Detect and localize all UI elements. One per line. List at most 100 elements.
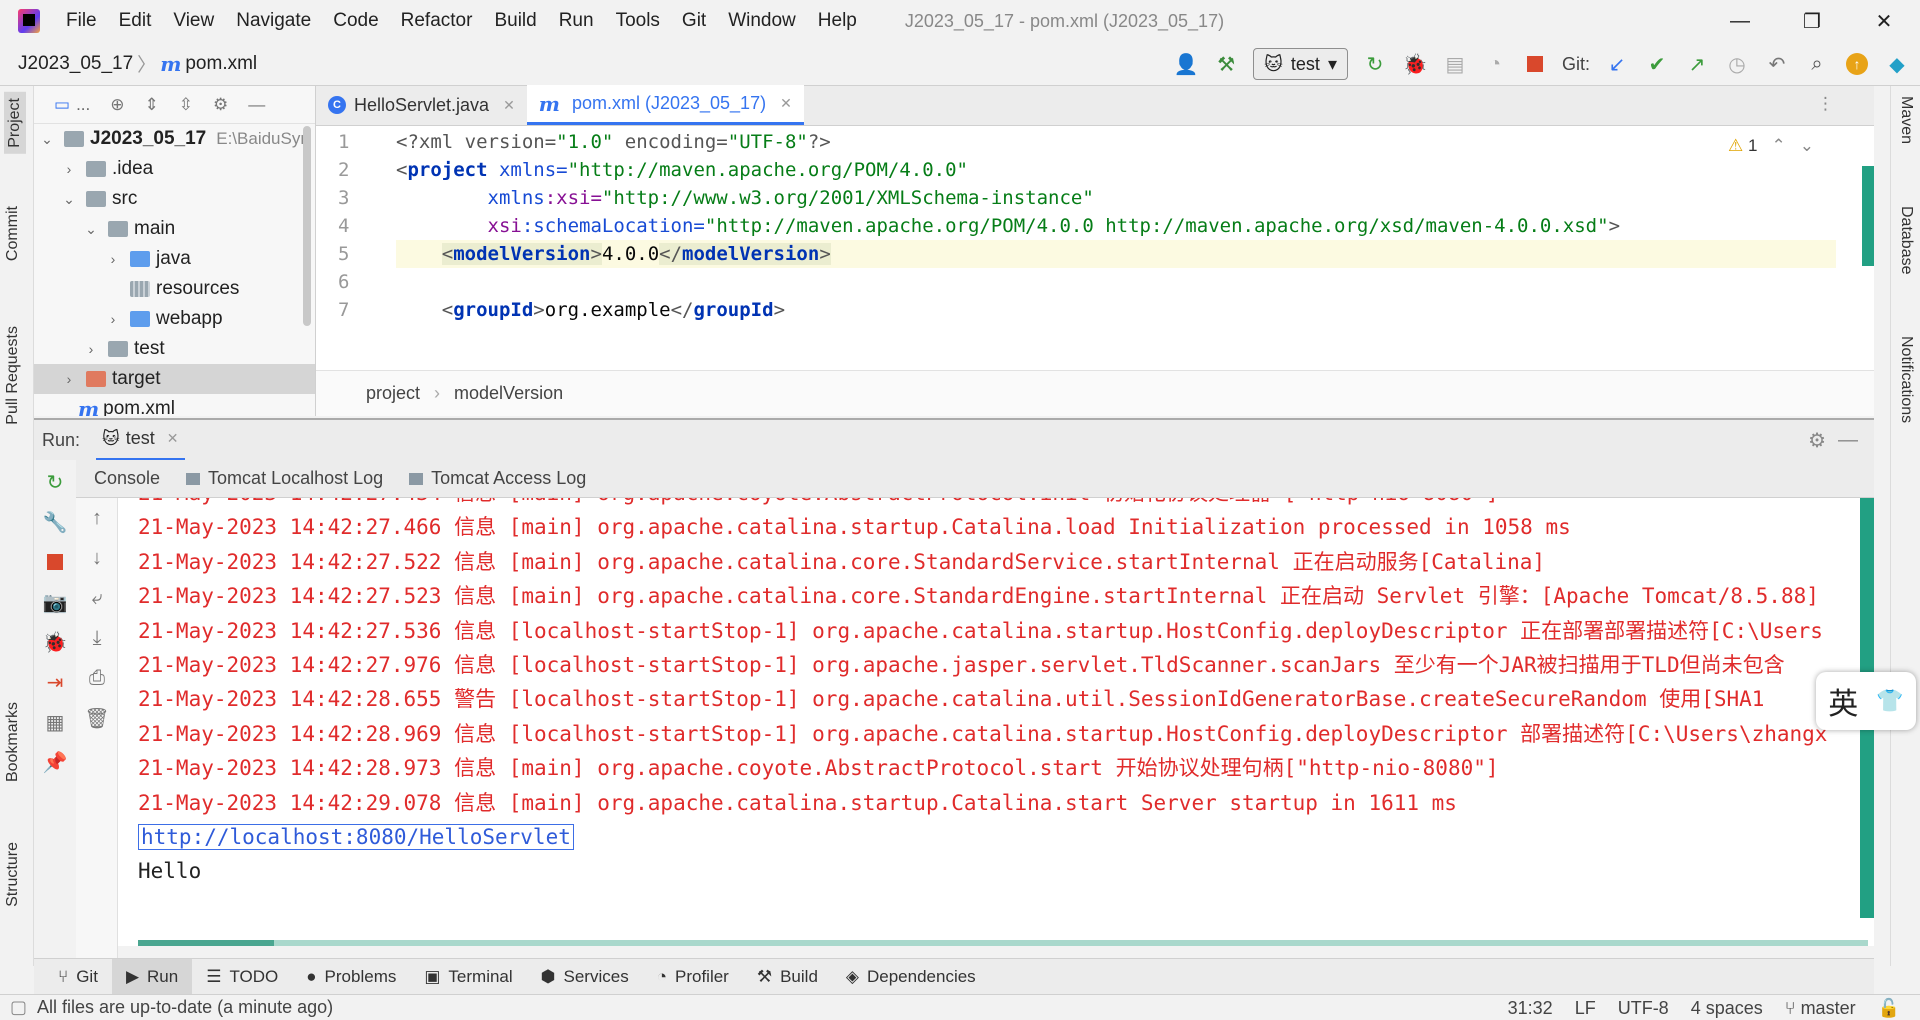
tool-tab-build[interactable]: ⚒ Build <box>743 959 832 995</box>
tool-tab-dependencies[interactable]: ◈ Dependencies <box>832 959 990 995</box>
menu-build[interactable]: Build <box>494 10 536 32</box>
tool-tab-git[interactable]: ⑂ Git <box>44 959 112 995</box>
rerun-icon[interactable]: ↻ <box>34 462 76 502</box>
inspection-widget[interactable]: ⚠ 1 ⌃ ⌄ <box>1728 136 1814 156</box>
restore-button[interactable]: ❐ <box>1776 0 1848 42</box>
editor-scrollbar[interactable] <box>1862 166 1874 266</box>
chevron-icon[interactable]: › <box>60 161 78 177</box>
tool-tab-run[interactable]: ▶ Run <box>111 958 193 995</box>
horizontal-scroll-thumb[interactable] <box>138 940 274 946</box>
collapse-all-icon[interactable]: ⇳ <box>179 95 193 115</box>
tree-item-resources[interactable]: resources <box>34 274 315 304</box>
git-commit-icon[interactable]: ✔ <box>1644 51 1670 77</box>
run-tab[interactable]: 🐱 test ✕ <box>96 419 185 461</box>
menu-git[interactable]: Git <box>682 10 706 32</box>
tool-tab-problems[interactable]: ● Problems <box>292 959 410 995</box>
layout-icon[interactable]: ▦ <box>34 702 76 742</box>
camera-icon[interactable]: 📷 <box>34 582 76 622</box>
arrow-up-icon[interactable]: ↑ <box>76 498 118 538</box>
wrench-icon[interactable]: 🔧 <box>34 502 76 542</box>
git-branch[interactable]: ⑂ master <box>1785 998 1856 1019</box>
coverage-icon[interactable]: ▤ <box>1442 51 1468 77</box>
rollback-icon[interactable]: ↶ <box>1764 51 1790 77</box>
menu-code[interactable]: Code <box>333 10 378 32</box>
close-icon[interactable]: ✕ <box>167 430 179 447</box>
code-area[interactable]: <?xml version="1.0" encoding="UTF-8"?> <… <box>396 128 1836 368</box>
user-icon[interactable]: 👤 <box>1173 51 1199 77</box>
breadcrumb-file[interactable]: pom.xml <box>185 53 257 75</box>
stop-icon[interactable] <box>1522 51 1548 77</box>
run-config-select[interactable]: 🐱 test ▾ <box>1253 48 1348 80</box>
pin-icon[interactable]: 📌 <box>34 742 76 782</box>
localhost-url-link[interactable]: http://localhost:8080/HelloServlet <box>138 823 574 850</box>
pull-requests-tool-tab[interactable]: Pull Requests <box>4 326 22 425</box>
breadcrumb-model-version[interactable]: modelVersion <box>454 383 563 404</box>
run-subtab-console[interactable]: Console <box>94 468 160 489</box>
locate-icon[interactable]: ⊕ <box>110 95 124 115</box>
git-update-icon[interactable]: ↙ <box>1604 51 1630 77</box>
database-tool-tab[interactable]: Database <box>1897 206 1915 275</box>
hide-icon[interactable]: — <box>248 95 265 115</box>
tree-item-main[interactable]: ⌄ main <box>34 214 315 244</box>
soft-wrap-icon[interactable]: ⤶ <box>76 578 118 618</box>
exit-icon[interactable]: ⇥ <box>34 662 76 702</box>
tree-item-webapp[interactable]: › webapp <box>34 304 315 334</box>
menu-file[interactable]: File <box>66 10 97 32</box>
status-panel-icon[interactable]: ▢ <box>10 997 27 1018</box>
breadcrumb-project-tag[interactable]: project <box>366 383 420 404</box>
console-horizontal-scrollbar[interactable] <box>138 940 1868 946</box>
commit-tool-tab[interactable]: Commit <box>4 206 22 261</box>
stop-icon[interactable] <box>34 542 76 582</box>
print-icon[interactable]: ⎙ <box>76 658 118 698</box>
menu-view[interactable]: View <box>173 10 214 32</box>
git-push-icon[interactable]: ↗ <box>1684 51 1710 77</box>
menu-run[interactable]: Run <box>559 10 594 32</box>
scroll-to-end-icon[interactable]: ⤓ <box>76 618 118 658</box>
build-hammer-icon[interactable]: ⚒ <box>1213 51 1239 77</box>
debug-icon[interactable]: 🐞 <box>34 622 76 662</box>
tree-item--idea[interactable]: › .idea <box>34 154 315 184</box>
tool-tab-services[interactable]: ⬢ Services <box>527 959 643 995</box>
menu-help[interactable]: Help <box>818 10 857 32</box>
chevron-icon[interactable]: ⌄ <box>38 131 56 148</box>
menu-tools[interactable]: Tools <box>616 10 660 32</box>
chevron-icon[interactable]: ⌄ <box>60 191 78 208</box>
arrow-down-icon[interactable]: ↓ <box>76 538 118 578</box>
editor-tab[interactable]: m pom.xml (J2023_05_17) ✕ <box>526 85 804 125</box>
menu-navigate[interactable]: Navigate <box>236 10 311 32</box>
notifications-tool-tab[interactable]: Notifications <box>1897 336 1915 423</box>
more-tabs-icon[interactable]: ⋮ <box>1817 94 1834 114</box>
tree-item-src[interactable]: ⌄ src <box>34 184 315 214</box>
gear-icon[interactable]: ⚙ <box>1808 428 1826 453</box>
jetbrains-icon[interactable]: ◆ <box>1884 51 1910 77</box>
menu-window[interactable]: Window <box>728 10 796 32</box>
tool-tab-profiler[interactable]: ◔ Profiler <box>643 959 743 995</box>
tree-item-pom-xml[interactable]: m pom.xml <box>34 394 315 416</box>
maven-tool-tab[interactable]: Maven <box>1897 96 1915 144</box>
search-icon[interactable]: ⌕ <box>1804 51 1830 77</box>
trash-icon[interactable]: 🗑 <box>76 698 118 738</box>
menu-refactor[interactable]: Refactor <box>401 10 473 32</box>
indent-setting[interactable]: 4 spaces <box>1691 998 1763 1019</box>
file-encoding[interactable]: UTF-8 <box>1618 998 1669 1019</box>
tree-scrollbar[interactable] <box>303 126 311 326</box>
project-view-label[interactable]: ... <box>76 95 90 115</box>
close-icon[interactable]: ✕ <box>780 95 792 112</box>
update-icon[interactable]: ↑ <box>1844 51 1870 77</box>
run-subtab-tomcat-localhost-log[interactable]: Tomcat Localhost Log <box>186 468 383 489</box>
expand-all-icon[interactable]: ⇕ <box>144 95 158 115</box>
gear-icon[interactable]: ⚙ <box>213 95 228 115</box>
project-view-icon[interactable]: ▭ <box>54 95 70 115</box>
run-subtab-tomcat-access-log[interactable]: Tomcat Access Log <box>409 468 586 489</box>
tree-item-java[interactable]: › java <box>34 244 315 274</box>
intellij-logo-icon[interactable] <box>18 9 40 33</box>
breadcrumb-project[interactable]: J2023_05_17 <box>18 53 133 75</box>
chevron-icon[interactable]: › <box>82 341 100 357</box>
tool-tab-todo[interactable]: ☰ TODO <box>192 959 292 995</box>
hide-icon[interactable]: — <box>1838 429 1858 452</box>
project-tool-tab[interactable]: Project <box>4 92 26 154</box>
tool-tab-terminal[interactable]: ▣ Terminal <box>410 959 526 995</box>
chevron-icon[interactable]: › <box>104 251 122 267</box>
tree-item-target[interactable]: › target <box>34 364 315 394</box>
rerun-icon[interactable]: ↻ <box>1362 51 1388 77</box>
